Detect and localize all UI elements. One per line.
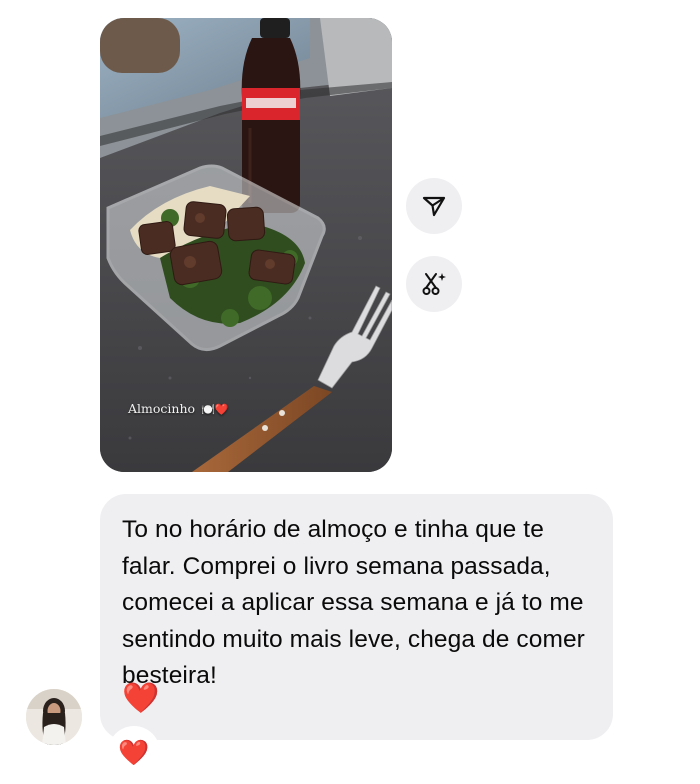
message-heart-emoji: ❤️ [122,681,160,716]
message-text: To no horário de almoço e tinha que te f… [122,516,585,689]
remix-scissors-sparkle-icon [422,273,446,295]
message-bubble[interactable]: To no horário de almoço e tinha que te f… [100,494,613,740]
dm-thread: Almocinho 🍽️❤️ To no horário de almoço e… [0,0,700,784]
message-reaction[interactable]: ❤️ [108,726,160,778]
profile-photo [26,689,82,745]
story-caption-text: Almocinho [128,401,196,416]
share-paper-plane-icon [422,196,446,217]
remix-button[interactable] [406,256,462,312]
reaction-heart-emoji: ❤️ [118,737,150,767]
sender-avatar[interactable] [26,689,82,745]
story-caption: Almocinho 🍽️❤️ [128,401,228,416]
shared-story-photo[interactable]: Almocinho 🍽️❤️ [100,18,392,472]
story-caption-emojis: 🍽️❤️ [201,403,229,416]
share-button[interactable] [406,178,462,234]
